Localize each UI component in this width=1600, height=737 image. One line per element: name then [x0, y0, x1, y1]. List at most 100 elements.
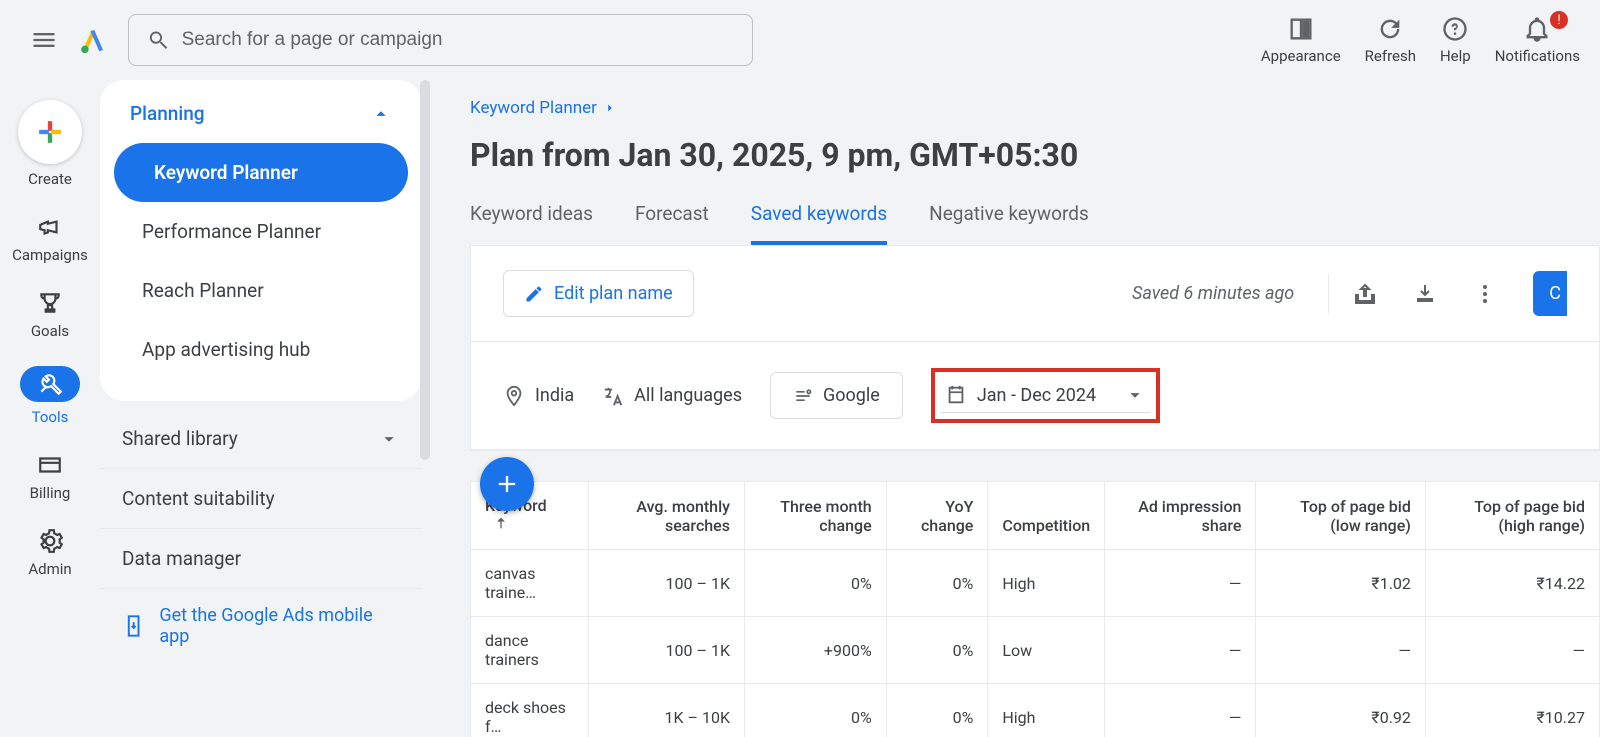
cell-yoy: 0% [886, 550, 988, 617]
sort-asc-icon [493, 515, 509, 531]
network-chip[interactable]: Google [770, 372, 903, 419]
create-campaign-button[interactable]: C [1533, 271, 1567, 316]
saved-time-text: Saved 6 minutes ago [1132, 283, 1294, 304]
appearance-icon [1287, 15, 1315, 43]
col-top-high[interactable]: Top of page bid (high range) [1425, 482, 1599, 550]
col-avg-searches[interactable]: Avg. monthly searches [589, 482, 745, 550]
goals-nav[interactable]: Goals [31, 290, 69, 340]
campaigns-nav[interactable]: Campaigns [12, 214, 88, 264]
appearance-button[interactable]: Appearance [1261, 15, 1341, 65]
keywords-table: Keyword Avg. monthly searches Three mont… [470, 481, 1600, 737]
create-button[interactable]: Create [18, 100, 82, 188]
col-three-month[interactable]: Three month change [744, 482, 886, 550]
sidebar-item-reach-planner[interactable]: Reach Planner [114, 261, 408, 320]
tab-keyword-ideas[interactable]: Keyword ideas [470, 202, 593, 245]
table-row[interactable]: dance trainers 100 – 1K +900% 0% Low — —… [471, 617, 1600, 684]
shared-library-label: Shared library [122, 427, 238, 450]
refresh-button[interactable]: Refresh [1365, 15, 1416, 65]
share-icon[interactable] [1353, 282, 1377, 306]
help-label: Help [1440, 47, 1471, 65]
language-chip[interactable]: All languages [602, 385, 742, 407]
cell-keyword: canvas traine… [471, 550, 589, 617]
col-yoy[interactable]: YoY change [886, 482, 988, 550]
date-range-highlight: Jan - Dec 2024 [931, 368, 1160, 423]
goals-label: Goals [31, 322, 69, 340]
shared-library-toggle[interactable]: Shared library [100, 409, 422, 468]
billing-label: Billing [30, 484, 71, 502]
plus-icon [493, 470, 521, 498]
cell-yoy: 0% [886, 617, 988, 684]
cell-high: ₹14.22 [1425, 550, 1599, 617]
date-range-chip[interactable]: Jan - Dec 2024 [941, 378, 1150, 413]
cell-low: ₹1.02 [1256, 550, 1425, 617]
translate-icon [602, 385, 624, 407]
add-keywords-fab[interactable] [480, 457, 534, 511]
search-box[interactable] [128, 14, 753, 66]
cell-low: ₹0.92 [1256, 684, 1425, 737]
create-label: Create [28, 170, 72, 188]
help-button[interactable]: Help [1440, 15, 1471, 65]
cell-imp: — [1105, 550, 1256, 617]
edit-plan-name-button[interactable]: Edit plan name [503, 270, 694, 317]
scrollbar[interactable] [420, 80, 430, 460]
mobile-app-label: Get the Google Ads mobile app [159, 605, 400, 647]
sidebar-item-performance-planner[interactable]: Performance Planner [114, 202, 408, 261]
hamburger-menu-icon[interactable] [30, 26, 58, 54]
more-icon[interactable] [1473, 282, 1497, 306]
chevron-up-icon [370, 103, 392, 125]
cell-tm: +900% [744, 617, 886, 684]
cell-avg: 100 – 1K [589, 550, 745, 617]
content-suitability-link[interactable]: Content suitability [100, 469, 422, 528]
mobile-app-link[interactable]: Get the Google Ads mobile app [100, 589, 422, 663]
sidebar-item-app-advertising-hub[interactable]: App advertising hub [114, 320, 408, 379]
network-icon [793, 386, 813, 406]
appearance-label: Appearance [1261, 47, 1341, 65]
search-input[interactable] [182, 29, 734, 51]
edit-plan-label: Edit plan name [554, 283, 673, 304]
table-row[interactable]: canvas traine… 100 – 1K 0% 0% High — ₹1.… [471, 550, 1600, 617]
tabs: Keyword ideas Forecast Saved keywords Ne… [470, 202, 1600, 245]
cell-yoy: 0% [886, 684, 988, 737]
help-icon [1441, 15, 1469, 43]
billing-nav[interactable]: Billing [30, 452, 71, 502]
tab-negative-keywords[interactable]: Negative keywords [929, 202, 1089, 245]
tools-nav[interactable]: Tools [20, 366, 80, 426]
data-manager-label: Data manager [122, 547, 241, 570]
tab-forecast[interactable]: Forecast [635, 202, 709, 245]
trophy-icon [37, 290, 63, 316]
chevron-down-icon [378, 428, 400, 450]
data-manager-link[interactable]: Data manager [100, 529, 422, 588]
location-label: India [535, 385, 574, 406]
tools-label: Tools [32, 408, 69, 426]
planning-section-toggle[interactable]: Planning [108, 102, 414, 143]
sidebar-item-keyword-planner[interactable]: Keyword Planner [114, 143, 408, 202]
table-row[interactable]: deck shoes f… 1K – 10K 0% 0% High — ₹0.9… [471, 684, 1600, 737]
location-chip[interactable]: India [503, 385, 574, 407]
admin-nav[interactable]: Admin [28, 528, 71, 578]
cell-keyword: dance trainers [471, 617, 589, 684]
cell-high: ₹10.27 [1425, 684, 1599, 737]
cell-comp: High [988, 684, 1105, 737]
search-icon [147, 28, 170, 52]
date-range-label: Jan - Dec 2024 [977, 385, 1096, 406]
gear-icon [37, 528, 63, 554]
cell-avg: 1K – 10K [589, 684, 745, 737]
page-title: Plan from Jan 30, 2025, 9 pm, GMT+05:30 [470, 136, 1600, 174]
breadcrumb[interactable]: Keyword Planner [470, 98, 1600, 118]
tab-saved-keywords[interactable]: Saved keywords [751, 202, 887, 245]
pencil-icon [524, 284, 544, 304]
col-impression-share[interactable]: Ad impression share [1105, 482, 1256, 550]
language-label: All languages [634, 385, 742, 406]
notifications-button[interactable]: ! Notifications [1495, 15, 1580, 65]
wrench-icon [37, 371, 63, 397]
cell-comp: Low [988, 617, 1105, 684]
card-icon [37, 452, 63, 478]
col-competition[interactable]: Competition [988, 482, 1105, 550]
refresh-icon [1376, 15, 1404, 43]
notifications-label: Notifications [1495, 47, 1580, 65]
notification-alert-badge: ! [1550, 11, 1568, 29]
download-icon[interactable] [1413, 282, 1437, 306]
megaphone-icon [37, 214, 63, 240]
cell-imp: — [1105, 684, 1256, 737]
col-top-low[interactable]: Top of page bid (low range) [1256, 482, 1425, 550]
